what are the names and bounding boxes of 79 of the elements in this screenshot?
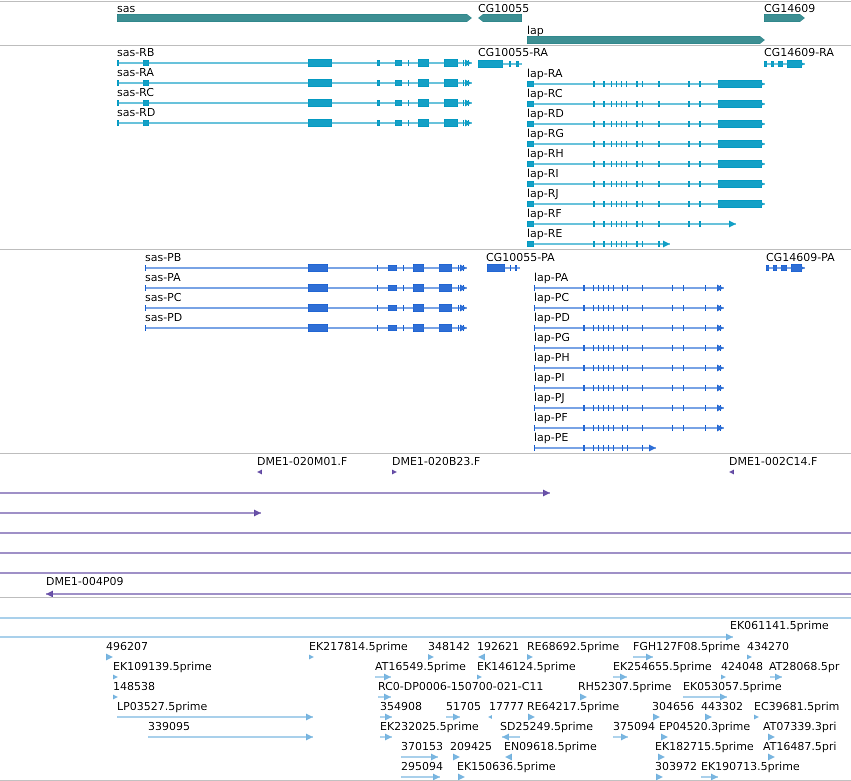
- feature-label: sas-RD: [117, 106, 156, 119]
- feature-label: lap-PA: [534, 271, 568, 284]
- feature-label: EK061141.5prime: [730, 619, 829, 632]
- feature-label: EK146124.5prime: [477, 660, 576, 673]
- feature-label: 354908: [380, 700, 422, 713]
- feature-label: EK150636.5prime: [457, 760, 556, 773]
- feature-label: DME1-020M01.F: [257, 455, 348, 468]
- feature-label: lap-RJ: [527, 187, 559, 200]
- feature-label: LP03527.5prime: [117, 700, 208, 713]
- feature-label: lap-PH: [534, 351, 570, 364]
- feature-label: 443302: [701, 700, 743, 713]
- feature-label: lap-PG: [534, 331, 570, 344]
- feature-label: EK232025.5prime: [380, 720, 479, 733]
- feature-label: 496207: [106, 640, 148, 653]
- feature-label: FGH127F08.5prime: [633, 640, 740, 653]
- feature-label: sas-PC: [145, 291, 182, 304]
- feature-label: EC39681.5prim: [754, 700, 840, 713]
- feature-label: EK217814.5prime: [309, 640, 408, 653]
- feature-label: EK190713.5prime: [701, 760, 800, 773]
- feature-label: 51705: [446, 700, 481, 713]
- feature-label: lap-RG: [527, 127, 564, 140]
- feature-label: 434270: [747, 640, 789, 653]
- feature-label: sas-RA: [117, 66, 154, 79]
- feature-label: EK053057.5prime: [683, 680, 782, 693]
- feature-label: RE68692.5prime: [527, 640, 620, 653]
- feature-label: CG14609-RA: [764, 46, 834, 59]
- feature-label: EN09618.5prime: [504, 740, 597, 753]
- feature-label: sas-RB: [117, 46, 154, 59]
- feature-label: sas-PD: [145, 311, 182, 324]
- feature-label: lap-RH: [527, 147, 564, 160]
- feature-label: CG10055: [478, 2, 530, 15]
- feature-label: EK182715.5prime: [655, 740, 754, 753]
- feature-label: EK109139.5prime: [113, 660, 212, 673]
- feature-label: SD25249.5prime: [500, 720, 593, 733]
- feature-label: lap-PE: [534, 431, 568, 444]
- feature-label: 304656: [652, 700, 694, 713]
- feature-label: 370153: [401, 740, 443, 753]
- feature-label: DME1-020B23.F: [392, 455, 480, 468]
- feature-label: AT07339.3pri: [763, 720, 836, 733]
- feature-label: lap-PJ: [534, 391, 565, 404]
- feature-label: lap-RE: [527, 227, 562, 240]
- feature-label: sas: [117, 2, 136, 15]
- feature-label: RC0-DP0006-150700-021-C11: [378, 680, 544, 693]
- feature-label: EP04520.3prime: [659, 720, 750, 733]
- feature-label: 209425: [450, 740, 492, 753]
- feature-label: lap-RA: [527, 67, 562, 80]
- feature-label: AT16487.5pri: [763, 740, 836, 753]
- feature-label: RH52307.5prime: [578, 680, 672, 693]
- feature-label: RE64217.5prime: [527, 700, 620, 713]
- feature-label: CG10055-RA: [478, 46, 548, 59]
- feature-label: 17777: [489, 700, 524, 713]
- feature-label: 192621: [477, 640, 519, 653]
- feature-label: sas-RC: [117, 86, 154, 99]
- feature-label: CG10055-PA: [486, 251, 555, 264]
- feature-label: AT28068.5pr: [769, 660, 840, 673]
- feature-label: sas-PB: [145, 251, 182, 264]
- feature-label: lap-PI: [534, 371, 565, 384]
- feature-label: lap-RC: [527, 87, 563, 100]
- feature-label: 339095: [148, 720, 190, 733]
- feature-label: 348142: [428, 640, 470, 653]
- feature-label: 303972: [655, 760, 697, 773]
- feature-label: lap-PC: [534, 291, 570, 304]
- feature-label: AT16549.5prime: [375, 660, 466, 673]
- feature-label: lap-RD: [527, 107, 564, 120]
- feature-label: lap: [527, 24, 544, 37]
- feature-label: lap-RI: [527, 167, 559, 180]
- feature-label: CG14609-PA: [766, 251, 835, 264]
- feature-label: lap-PF: [534, 411, 568, 424]
- feature-label: lap-PD: [534, 311, 570, 324]
- feature-label: lap-RF: [527, 207, 562, 220]
- feature-label: sas-PA: [145, 271, 181, 284]
- feature-label: CG14609: [764, 2, 816, 15]
- feature-label: 148538: [113, 680, 155, 693]
- feature-label: 295094: [401, 760, 443, 773]
- feature-label: 375094: [613, 720, 655, 733]
- feature-label: DME1-002C14.F: [729, 455, 818, 468]
- feature-label: DME1-004P09: [46, 575, 124, 588]
- feature-label: 424048: [721, 660, 763, 673]
- feature-label: EK254655.5prime: [613, 660, 712, 673]
